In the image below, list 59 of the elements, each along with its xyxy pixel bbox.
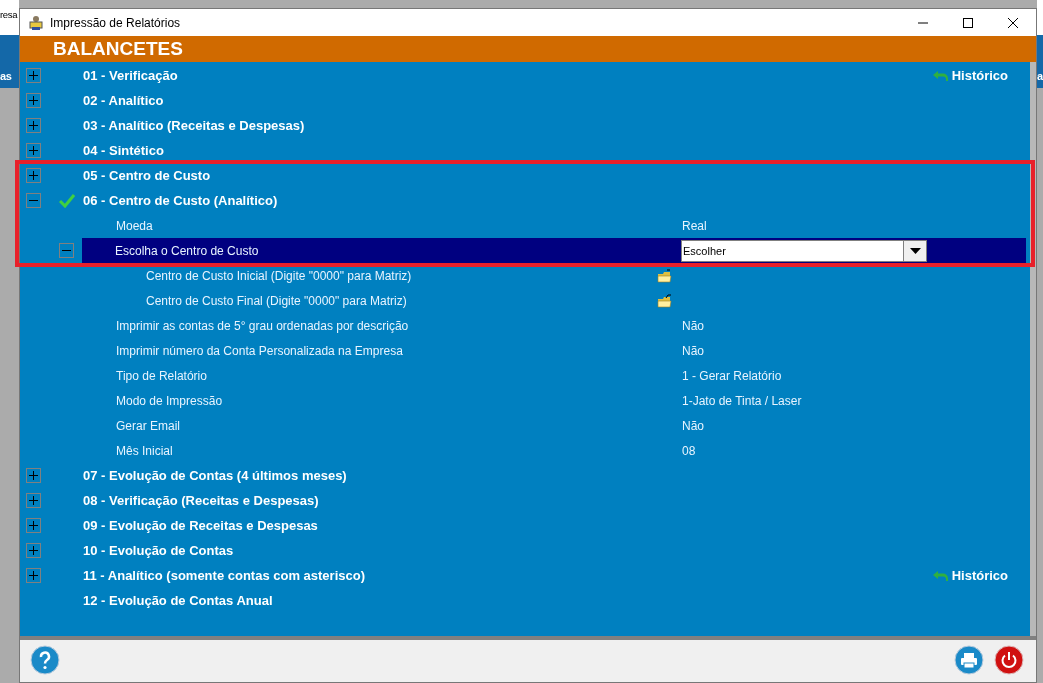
option-label: Imprimir número da Conta Personalizada na Empresa bbox=[116, 343, 404, 358]
option-label: Imprimir as contas de 5° grau ordenadas por descrição bbox=[116, 318, 410, 333]
collapse-icon[interactable] bbox=[26, 193, 41, 208]
option-label: Centro de Custo Inicial (Digite "0000" para Matriz) bbox=[146, 268, 413, 283]
report-item[interactable]: 02 - Analítico bbox=[83, 93, 164, 108]
report-item[interactable]: 04 - Sintético bbox=[83, 143, 164, 158]
option-label: Modo de Impressão bbox=[116, 393, 224, 408]
expand-icon[interactable] bbox=[26, 568, 41, 583]
report-item[interactable]: 06 - Centro de Custo (Analítico) bbox=[83, 193, 278, 208]
dropdown-field[interactable]: Escolher bbox=[681, 239, 927, 262]
folder-arrow-icon[interactable] bbox=[657, 293, 673, 308]
history-link[interactable]: Histórico bbox=[951, 568, 1008, 583]
print-icon[interactable] bbox=[954, 645, 984, 675]
option-value[interactable]: Não bbox=[682, 343, 704, 358]
report-item[interactable]: 10 - Evolução de Contas bbox=[83, 543, 234, 558]
expand-icon[interactable] bbox=[26, 518, 41, 533]
option-value[interactable]: 1-Jato de Tinta / Laser bbox=[682, 393, 802, 408]
expand-icon[interactable] bbox=[26, 143, 41, 158]
expand-icon[interactable] bbox=[26, 68, 41, 83]
option-value[interactable]: Não bbox=[682, 318, 704, 333]
history-link[interactable]: Histórico bbox=[951, 68, 1008, 83]
help-icon[interactable] bbox=[30, 645, 60, 675]
option-label: Tipo de Relatório bbox=[116, 368, 208, 383]
report-item[interactable]: 09 - Evolução de Receitas e Despesas bbox=[83, 518, 318, 533]
option-value[interactable]: Não bbox=[682, 418, 704, 433]
maximize-icon[interactable] bbox=[963, 17, 973, 28]
expand-icon[interactable] bbox=[26, 543, 41, 558]
expand-icon[interactable] bbox=[26, 468, 41, 483]
option-label: Mês Inicial bbox=[116, 443, 174, 458]
option-label: Centro de Custo Final (Digite "0000" para Matriz) bbox=[146, 293, 408, 308]
report-item[interactable]: 11 - Analítico (somente contas com asterisco) bbox=[83, 568, 365, 583]
background-text: as bbox=[0, 70, 12, 82]
background-text: resa bbox=[0, 9, 18, 20]
folder-icon[interactable] bbox=[657, 268, 673, 283]
report-item[interactable]: 07 - Evolução de Contas (4 últimos meses) bbox=[83, 468, 347, 483]
report-item[interactable]: 12 - Evolução de Contas Anual bbox=[83, 593, 273, 608]
expand-icon[interactable] bbox=[26, 93, 41, 108]
expand-icon[interactable] bbox=[26, 493, 41, 508]
report-item[interactable]: 01 - Verificação bbox=[83, 68, 178, 83]
option-value[interactable]: 1 - Gerar Relatório bbox=[682, 368, 782, 383]
background-text: a bbox=[1037, 70, 1043, 82]
expand-icon[interactable] bbox=[26, 168, 41, 183]
printer-icon bbox=[28, 14, 44, 31]
window-title: Impressão de Relatórios bbox=[50, 15, 181, 30]
collapse-icon[interactable] bbox=[59, 243, 74, 258]
report-item[interactable]: 08 - Verificação (Receitas e Despesas) bbox=[83, 493, 319, 508]
caret-icon bbox=[909, 247, 921, 254]
power-icon[interactable] bbox=[994, 645, 1024, 675]
option-value[interactable]: 08 bbox=[682, 443, 696, 458]
report-item[interactable]: 05 - Centro de Custo bbox=[83, 168, 211, 183]
expand-icon[interactable] bbox=[26, 118, 41, 133]
option-value[interactable]: Real bbox=[682, 218, 707, 233]
close-icon[interactable] bbox=[1008, 17, 1018, 28]
option-label: Escolha o Centro de Custo bbox=[115, 243, 260, 258]
selected-row[interactable]: Escolha o Centro de Custo Escolher bbox=[82, 238, 1026, 263]
report-item[interactable]: 03 - Analítico (Receitas e Despesas) bbox=[83, 118, 305, 133]
option-label: Gerar Email bbox=[116, 418, 181, 433]
section-title: BALANCETES bbox=[53, 38, 183, 60]
option-label: Moeda bbox=[116, 218, 154, 233]
